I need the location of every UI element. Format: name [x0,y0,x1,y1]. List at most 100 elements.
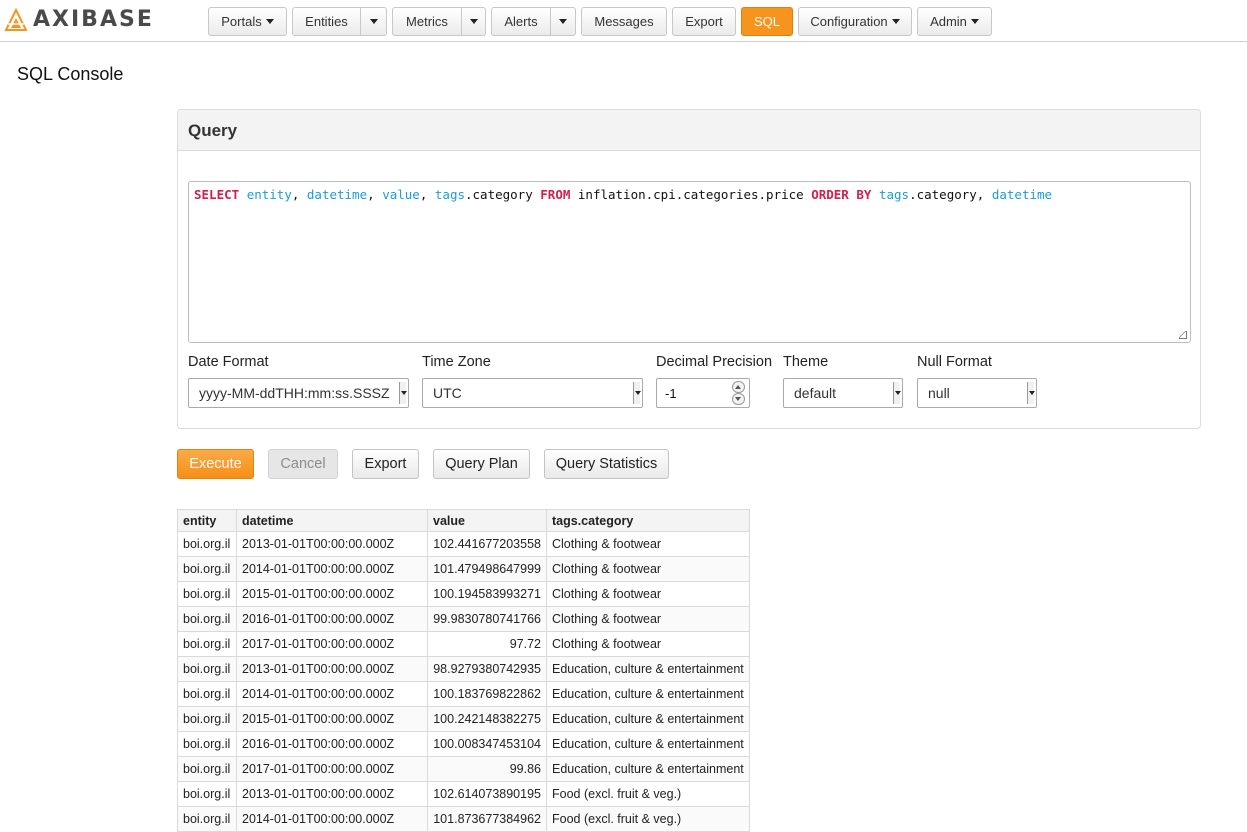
table-cell-entity: boi.org.il [177,706,237,732]
table-cell-tags-category: Clothing & footwear [546,606,750,632]
column-header-tags-category[interactable]: tags.category [546,509,750,532]
chevron-down-icon [265,19,274,24]
nav-export-button[interactable]: Export [672,7,736,36]
nav-configuration-button[interactable]: Configuration [798,7,912,36]
sql-token-plain: , [291,187,307,202]
table-cell-value: 99.9830780741766 [427,606,547,632]
sql-token-plain: .category, [909,187,992,202]
query-statistics-button[interactable]: Query Statistics [544,449,669,479]
null-format-select[interactable]: null [917,378,1037,408]
increment-arrow-icon[interactable] [732,381,745,393]
chevron-down-icon [369,19,378,24]
cancel-button[interactable]: Cancel [268,449,338,479]
theme-value: default [794,385,837,401]
nav-metrics-button[interactable]: Metrics [392,7,462,36]
chevron-down-icon [893,382,901,404]
table-cell-datetime: 2015-01-01T00:00:00.000Z [236,581,428,607]
date-format-label: Date Format [188,354,269,370]
decimal-precision-stepper [732,381,745,406]
table-row: boi.org.il 2014-01-01T00:00:00.000Z 100.18… [177,681,750,707]
table-cell-tags-category: Clothing & footwear [546,581,750,607]
resize-handle-icon[interactable] [1179,331,1187,339]
table-row: boi.org.il 2016-01-01T00:00:00.000Z 100.00… [177,731,750,757]
table-cell-datetime: 2013-01-01T00:00:00.000Z [236,656,428,682]
time-zone-select[interactable]: UTC [422,378,643,408]
table-cell-value: 100.194583993271 [427,581,547,607]
nav-alerts-dropdown[interactable] [550,7,576,36]
sql-token-kw: ORDER BY [811,187,872,202]
nav-alerts-button[interactable]: Alerts [491,7,551,36]
table-cell-value: 102.614073890195 [427,781,547,807]
sql-token-kw: FROM [540,187,571,202]
table-cell-entity: boi.org.il [177,606,237,632]
nav-messages-label: Messages [594,14,654,29]
table-cell-tags-category: Education, culture & entertainment [546,656,750,682]
nav-portals-button[interactable]: Portals [208,7,287,36]
chevron-down-icon [891,19,900,24]
sql-token-plain: , [367,187,383,202]
query-panel: Query SELECT entity, datetime, value, ta… [177,109,1201,429]
sql-token-plain: inflation.cpi.categories.price [570,187,812,202]
chevron-down-icon [469,19,478,24]
axibase-logo-icon [4,7,28,31]
table-header-row: entity datetime value tags.category [177,509,750,532]
table-cell-tags-category: Education, culture & entertainment [546,681,750,707]
table-cell-datetime: 2015-01-01T00:00:00.000Z [236,706,428,732]
table-cell-entity: boi.org.il [177,781,237,807]
nav-admin-button[interactable]: Admin [917,7,992,36]
column-header-value[interactable]: value [427,509,547,532]
nav-metrics-label: Metrics [406,14,448,29]
table-row: boi.org.il 2013-01-01T00:00:00.000Z 102.44… [177,531,750,557]
time-zone-value: UTC [433,385,462,401]
nav-alerts-label: Alerts [504,14,538,29]
table-cell-tags-category: Food (excl. fruit & veg.) [546,781,750,807]
table-row: boi.org.il 2015-01-01T00:00:00.000Z 100.24… [177,706,750,732]
brand-logo[interactable]: AXIBASE [4,7,154,32]
table-cell-entity: boi.org.il [177,531,237,557]
theme-label: Theme [783,354,829,370]
nav-export-label: Export [685,14,723,29]
nav-messages-button[interactable]: Messages [581,7,667,36]
null-format-label: Null Format [917,354,992,370]
column-header-entity[interactable]: entity [177,509,237,532]
nav-entities-dropdown[interactable] [360,7,387,36]
nav-admin-label: Admin [930,14,967,29]
decrement-arrow-icon[interactable] [732,393,745,405]
sql-token-col: tags [434,187,465,202]
table-cell-tags-category: Education, culture & entertainment [546,756,750,782]
table-row: boi.org.il 2017-01-01T00:00:00.000Z 99.86 E… [177,756,750,782]
sql-query-text: SELECT entity, datetime, value, tags.cat… [194,187,1052,202]
table-cell-tags-category: Education, culture & entertainment [546,706,750,732]
table-cell-tags-category: Clothing & footwear [546,631,750,657]
decimal-precision-input[interactable]: -1 [656,378,750,408]
table-cell-tags-category: Education, culture & entertainment [546,731,750,757]
date-format-select[interactable]: yyyy-MM-ddTHH:mm:ss.SSSZ [188,378,409,408]
brand-name: AXIBASE [33,7,154,32]
table-cell-entity: boi.org.il [177,756,237,782]
top-navbar: AXIBASE Portals Entities Metrics Alerts … [0,0,1247,42]
export-button[interactable]: Export [352,449,419,479]
sql-query-editor[interactable]: SELECT entity, datetime, value, tags.cat… [188,181,1191,343]
execute-button[interactable]: Execute [177,449,254,479]
table-cell-value: 100.008347453104 [427,731,547,757]
sql-token-col: tags [878,187,910,202]
nav-entities-button[interactable]: Entities [292,7,361,36]
sql-token-col: datetime [991,187,1053,202]
table-cell-datetime: 2014-01-01T00:00:00.000Z [236,556,428,582]
chevron-down-icon [970,19,979,24]
nav-sql-button[interactable]: SQL [741,7,793,36]
time-zone-label: Time Zone [422,354,491,370]
theme-select[interactable]: default [783,378,903,408]
sql-token-col: value [382,187,420,202]
table-cell-entity: boi.org.il [177,731,237,757]
nav-configuration-label: Configuration [810,14,888,29]
nav-metrics-dropdown[interactable] [461,7,486,36]
table-cell-datetime: 2016-01-01T00:00:00.000Z [236,606,428,632]
table-cell-datetime: 2017-01-01T00:00:00.000Z [236,631,428,657]
chevron-down-icon [399,382,407,404]
column-header-datetime[interactable]: datetime [236,509,428,532]
sql-token-plain [871,187,879,202]
null-format-value: null [928,385,950,401]
query-plan-button[interactable]: Query Plan [433,449,530,479]
table-cell-datetime: 2017-01-01T00:00:00.000Z [236,756,428,782]
